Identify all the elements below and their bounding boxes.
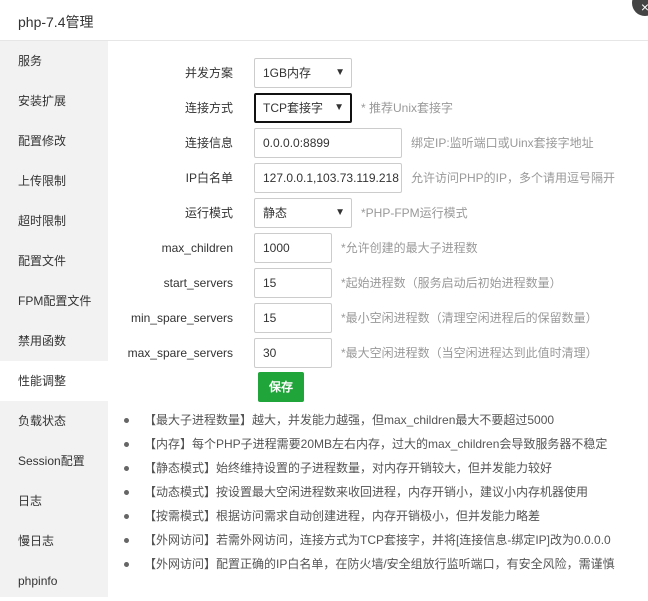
form-row-max-spare-servers: max_spare_servers 30 *最大空闲进程数（当空闲进程达到此值时…: [108, 338, 648, 368]
save-button[interactable]: 保存: [258, 372, 304, 402]
connection-select[interactable]: TCP套接字 ▼: [254, 93, 352, 123]
concurrency-value: 1GB内存: [263, 66, 312, 80]
form-row-run-mode: 运行模式 静态 ▼ *PHP-FPM运行模式: [108, 198, 648, 228]
max-spare-servers-hint: *最大空闲进程数（当空闲进程达到此值时清理）: [341, 346, 598, 360]
bullet-icon: [124, 466, 129, 471]
form-row-max-children: max_children 1000 *允许创建的最大子进程数: [108, 233, 648, 263]
note-text: 【外网访问】配置正确的IP白名单，在防火墙/安全组放行监听端口，有安全风险，需谨…: [144, 557, 615, 571]
note-text: 【按需模式】根据访问需求自动创建进程，内存开销极小，但并发能力略差: [144, 509, 541, 523]
note-text: 【外网访问】若需外网访问，连接方式为TCP套接字，并将[连接信息-绑定IP]改为…: [144, 533, 611, 547]
bullet-icon: [124, 562, 129, 567]
chevron-down-icon: ▼: [335, 207, 345, 218]
start-servers-hint: *起始进程数（服务启动后初始进程数量）: [341, 276, 562, 290]
run-mode-hint: *PHP-FPM运行模式: [361, 206, 468, 220]
max-children-label: max_children: [161, 241, 233, 255]
whitelist-label: IP白名单: [185, 171, 233, 185]
sidebar-item-install-extensions[interactable]: 安装扩展: [0, 81, 108, 121]
chevron-down-icon: ▼: [335, 67, 345, 78]
note-text: 【内存】每个PHP子进程需要20MB左右内存，过大的max_children会导…: [144, 437, 608, 451]
bullet-icon: [124, 490, 129, 495]
sidebar-item-load-status[interactable]: 负载状态: [0, 401, 108, 441]
sidebar: 服务 安装扩展 配置修改 上传限制 超时限制 配置文件 FPM配置文件 禁用函数…: [0, 41, 108, 597]
max-spare-servers-value: 30: [263, 346, 277, 360]
sidebar-item-phpinfo[interactable]: phpinfo: [0, 561, 108, 601]
chevron-down-icon: ▼: [334, 102, 344, 113]
sidebar-item-service[interactable]: 服务: [0, 41, 108, 81]
form-row-connection: 连接方式 TCP套接字 ▼ * 推荐Unix套接字: [108, 93, 648, 123]
run-mode-value: 静态: [263, 206, 288, 220]
bullet-icon: [124, 442, 129, 447]
start-servers-value: 15: [263, 276, 277, 290]
title-bar: php-7.4管理: [0, 0, 648, 41]
sidebar-item-upload-limit[interactable]: 上传限制: [0, 161, 108, 201]
notes-list: 【最大子进程数量】越大，并发能力越强，但max_children最大不要超过50…: [120, 408, 640, 576]
max-spare-servers-label: max_spare_servers: [127, 346, 233, 360]
max-children-value: 1000: [263, 241, 290, 255]
whitelist-value: 127.0.0.1,103.73.119.218: [263, 171, 399, 185]
form-row-concurrency: 并发方案 1GB内存 ▼: [108, 58, 648, 88]
bullet-icon: [124, 538, 129, 543]
list-item: 【静态模式】始终维持设置的子进程数量，对内存开销较大，但并发能力较好: [120, 456, 640, 480]
max-children-hint: *允许创建的最大子进程数: [341, 241, 478, 255]
form-row-whitelist: IP白名单 127.0.0.1,103.73.119.218 允许访问PHP的I…: [108, 163, 648, 193]
min-spare-servers-hint: *最小空闲进程数（清理空闲进程后的保留数量）: [341, 311, 598, 325]
start-servers-input[interactable]: 15: [254, 268, 332, 298]
form-row-listen: 连接信息 0.0.0.0:8899 绑定IP:监听端口或Uinx套接字地址: [108, 128, 648, 158]
bullet-icon: [124, 514, 129, 519]
sidebar-item-log[interactable]: 日志: [0, 481, 108, 521]
listen-label: 连接信息: [184, 136, 233, 150]
min-spare-servers-input[interactable]: 15: [254, 303, 332, 333]
connection-hint: * 推荐Unix套接字: [361, 101, 454, 115]
concurrency-label: 并发方案: [184, 66, 233, 80]
whitelist-input[interactable]: 127.0.0.1,103.73.119.218: [254, 163, 402, 193]
connection-label: 连接方式: [184, 101, 233, 115]
run-mode-label: 运行模式: [184, 206, 233, 220]
max-spare-servers-input[interactable]: 30: [254, 338, 332, 368]
list-item: 【外网访问】配置正确的IP白名单，在防火墙/安全组放行监听端口，有安全风险，需谨…: [120, 552, 640, 576]
window-title: php-7.4管理: [18, 14, 94, 30]
sidebar-item-performance[interactable]: 性能调整: [0, 361, 108, 401]
sidebar-item-config-edit[interactable]: 配置修改: [0, 121, 108, 161]
listen-input[interactable]: 0.0.0.0:8899: [254, 128, 402, 158]
list-item: 【外网访问】若需外网访问，连接方式为TCP套接字，并将[连接信息-绑定IP]改为…: [120, 528, 640, 552]
min-spare-servers-label: min_spare_servers: [130, 311, 233, 325]
connection-value: TCP套接字: [263, 101, 324, 115]
whitelist-hint: 允许访问PHP的IP，多个请用逗号隔开: [411, 171, 616, 185]
run-mode-select[interactable]: 静态 ▼: [254, 198, 352, 228]
sidebar-item-session-config[interactable]: Session配置: [0, 441, 108, 481]
form-row-min-spare-servers: min_spare_servers 15 *最小空闲进程数（清理空闲进程后的保留…: [108, 303, 648, 333]
sidebar-item-slow-log[interactable]: 慢日志: [0, 521, 108, 561]
note-text: 【动态模式】按设置最大空闲进程数来收回进程，内存开销小，建议小内存机器使用: [144, 485, 589, 499]
form-row-start-servers: start_servers 15 *起始进程数（服务启动后初始进程数量）: [108, 268, 648, 298]
listen-hint: 绑定IP:监听端口或Uinx套接字地址: [411, 136, 594, 150]
list-item: 【动态模式】按设置最大空闲进程数来收回进程，内存开销小，建议小内存机器使用: [120, 480, 640, 504]
start-servers-label: start_servers: [163, 276, 233, 290]
list-item: 【最大子进程数量】越大，并发能力越强，但max_children最大不要超过50…: [120, 408, 640, 432]
sidebar-item-fpm-config-file[interactable]: FPM配置文件: [0, 281, 108, 321]
min-spare-servers-value: 15: [263, 311, 277, 325]
sidebar-item-timeout-limit[interactable]: 超时限制: [0, 201, 108, 241]
note-text: 【最大子进程数量】越大，并发能力越强，但max_children最大不要超过50…: [144, 413, 555, 427]
note-text: 【静态模式】始终维持设置的子进程数量，对内存开销较大，但并发能力较好: [144, 461, 553, 475]
list-item: 【内存】每个PHP子进程需要20MB左右内存，过大的max_children会导…: [120, 432, 640, 456]
listen-value: 0.0.0.0:8899: [263, 136, 330, 150]
list-item: 【按需模式】根据访问需求自动创建进程，内存开销极小，但并发能力略差: [120, 504, 640, 528]
sidebar-item-config-file[interactable]: 配置文件: [0, 241, 108, 281]
max-children-input[interactable]: 1000: [254, 233, 332, 263]
bullet-icon: [124, 418, 129, 423]
concurrency-select[interactable]: 1GB内存 ▼: [254, 58, 352, 88]
sidebar-item-disabled-functions[interactable]: 禁用函数: [0, 321, 108, 361]
